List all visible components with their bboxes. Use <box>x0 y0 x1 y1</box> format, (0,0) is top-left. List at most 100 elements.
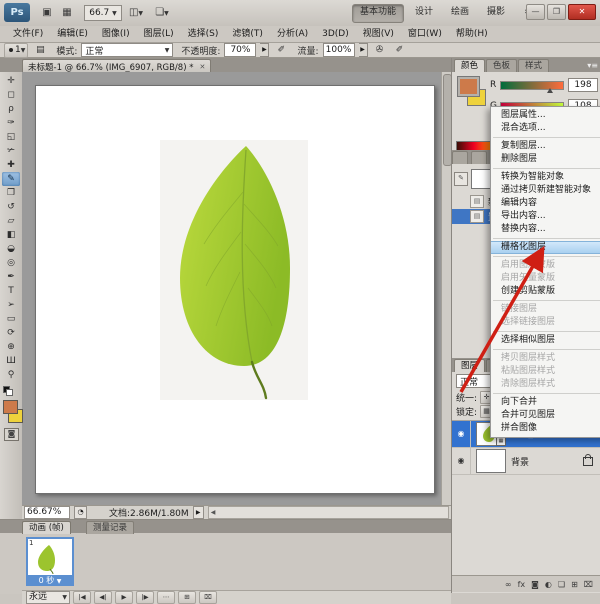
crop-tool[interactable]: ◱ <box>2 130 20 144</box>
restore-button[interactable]: ❐ <box>547 4 566 20</box>
airbrush-icon[interactable]: ✇ <box>372 44 388 56</box>
horizontal-scrollbar[interactable]: ◀ <box>208 506 449 519</box>
flow-slider-arrow[interactable]: ▶ <box>359 43 368 57</box>
opacity-input[interactable]: 70% <box>224 43 256 57</box>
eye-icon[interactable]: ◉ <box>452 448 471 474</box>
gradient-tool[interactable]: ◧ <box>2 228 20 242</box>
menubar-item[interactable]: 帮助(H) <box>449 27 495 42</box>
shape-tool[interactable]: ▭ <box>2 312 20 326</box>
context-menu-item[interactable]: 转换为智能对象 <box>491 171 600 184</box>
workspace-button[interactable]: 绘画 <box>444 4 476 21</box>
menubar-item[interactable]: 选择(S) <box>181 27 226 42</box>
history-brush-tool[interactable]: ↺ <box>2 200 20 214</box>
zoom-level-control[interactable]: 66.7 ▼ <box>84 5 122 21</box>
tab-animation[interactable]: 动画 (帧) <box>22 521 71 534</box>
menubar-item[interactable]: 视图(V) <box>356 27 401 42</box>
new-group-icon[interactable]: ❏ <box>558 580 565 589</box>
blend-mode-select[interactable]: 正常 ▼ <box>81 43 173 57</box>
context-menu-item[interactable]: 复制图层... <box>491 140 600 153</box>
adjustment-layer-icon[interactable]: ◐ <box>545 580 552 589</box>
eraser-tool[interactable]: ▱ <box>2 214 20 228</box>
dodge-tool[interactable]: ◎ <box>2 256 20 270</box>
channel-value-input[interactable]: 198 <box>568 78 598 92</box>
workspace-button[interactable]: 基本功能 <box>352 4 404 23</box>
move-tool[interactable]: ✛ <box>2 74 20 88</box>
context-menu-item[interactable]: 混合选项... <box>491 122 600 135</box>
frame-delay-select[interactable]: 0 秒 ▼ <box>26 575 74 586</box>
quick-selection-tool[interactable]: ✑ <box>2 116 20 130</box>
3d-rotate-tool[interactable]: ⟳ <box>2 326 20 340</box>
layer-row-background[interactable]: ◉ 背景 <box>452 448 600 475</box>
type-tool[interactable]: T <box>2 284 20 298</box>
spot-healing-brush-tool[interactable]: ✚ <box>2 158 20 172</box>
tab-measurement-log[interactable]: 测量记录 <box>86 521 134 534</box>
menubar-item[interactable]: 编辑(E) <box>50 27 95 42</box>
vertical-scrollbar[interactable] <box>441 72 451 505</box>
view-extras-icon[interactable]: ▦ <box>58 4 76 21</box>
color-panel-tab[interactable]: 样式 <box>518 59 549 73</box>
link-layers-icon[interactable]: ∞ <box>505 580 512 589</box>
menubar-item[interactable]: 3D(D) <box>315 27 356 42</box>
menubar-item[interactable]: 文件(F) <box>6 27 50 42</box>
new-layer-icon[interactable]: ⊞ <box>571 580 578 589</box>
delete-layer-icon[interactable]: ⌧ <box>584 580 593 589</box>
menubar-item[interactable]: 窗口(W) <box>401 27 449 42</box>
context-menu-item[interactable]: 启用矢量蒙版 <box>491 272 600 285</box>
status-zoom-input[interactable]: 66.67% <box>24 506 70 519</box>
marquee-tool[interactable]: ◻ <box>2 88 20 102</box>
status-flyout-arrow[interactable]: ▶ <box>193 506 204 519</box>
animation-frame-1[interactable]: 1 <box>26 537 74 579</box>
default-colors-icon[interactable] <box>3 386 13 395</box>
menubar-item[interactable]: 分析(A) <box>270 27 315 42</box>
context-menu-item[interactable]: 清除图层样式 <box>491 378 600 391</box>
context-menu-item[interactable]: 拼合图像 <box>491 422 600 435</box>
context-menu-item[interactable]: 选择链接图层 <box>491 316 600 329</box>
panel-tab-stub[interactable] <box>452 151 468 165</box>
brush-tool[interactable]: ✎ <box>2 172 20 186</box>
pen-tool[interactable]: ✒ <box>2 270 20 284</box>
close-icon[interactable]: ✕ <box>199 63 205 71</box>
flow-input[interactable]: 100% <box>323 43 355 57</box>
context-menu-item[interactable]: 粘贴图层样式 <box>491 365 600 378</box>
eye-icon[interactable]: ◉ <box>452 421 471 447</box>
clone-stamp-tool[interactable]: ❐ <box>2 186 20 200</box>
minimize-button[interactable]: — <box>526 4 545 20</box>
context-menu-item[interactable]: 选择相似图层 <box>491 334 600 347</box>
add-mask-icon[interactable]: ◙ <box>531 580 539 589</box>
opacity-slider-arrow[interactable]: ▶ <box>260 43 269 57</box>
foreground-color-swatch[interactable] <box>458 77 479 96</box>
layer-thumbnail[interactable] <box>476 449 506 473</box>
hand-tool[interactable]: Ш <box>2 354 20 368</box>
tablet-opacity-icon[interactable]: ✐ <box>273 44 289 56</box>
menubar-item[interactable]: 图像(I) <box>95 27 137 42</box>
tablet-size-icon[interactable]: ✐ <box>392 44 408 56</box>
color-panel-tab[interactable]: 颜色 <box>454 59 485 73</box>
context-menu-item[interactable]: 拷贝图层样式 <box>491 352 600 365</box>
3d-orbit-tool[interactable]: ⊕ <box>2 340 20 354</box>
context-menu-item[interactable]: 删除图层 <box>491 153 600 166</box>
blur-tool[interactable]: ◒ <box>2 242 20 256</box>
context-menu-item[interactable]: 编辑内容 <box>491 197 600 210</box>
history-brush-source-icon[interactable]: ✎ <box>454 172 468 186</box>
color-panel-tab[interactable]: 色板 <box>486 59 517 73</box>
bridge-icon[interactable]: ▣ <box>38 4 56 21</box>
context-menu-item[interactable]: 合并可见图层 <box>491 409 600 422</box>
toggle-brush-panel-icon[interactable]: ▤ <box>32 44 48 56</box>
eyedropper-tool[interactable]: ✃ <box>2 144 20 158</box>
menubar-item[interactable]: 图层(L) <box>137 27 181 42</box>
context-menu-item[interactable]: 链接图层 <box>491 303 600 316</box>
foreground-color-swatch[interactable] <box>3 400 18 414</box>
context-menu-item[interactable]: 向下合并 <box>491 396 600 409</box>
document-tab[interactable]: 未标题-1 @ 66.7% (IMG_6907, RGB/8) * ✕ <box>22 59 211 73</box>
panel-menu-icon[interactable]: ▾≡ <box>587 61 598 70</box>
slider-thumb-icon[interactable] <box>547 88 553 93</box>
panel-tab-stub[interactable] <box>471 151 487 165</box>
scrollbar-thumb[interactable] <box>443 74 451 166</box>
context-menu-item[interactable]: 替换内容... <box>491 223 600 236</box>
screen-mode-icon[interactable]: ❏▼ <box>152 4 172 21</box>
arrange-documents-icon[interactable]: ◫▼ <box>126 4 146 21</box>
brush-preset-picker[interactable]: 1 ▼ <box>4 43 28 58</box>
context-menu-item[interactable]: 栅格化图层 <box>491 241 600 254</box>
quick-mask-button[interactable]: ◙ <box>4 428 19 441</box>
context-menu-item[interactable]: 创建剪贴蒙版 <box>491 285 600 298</box>
